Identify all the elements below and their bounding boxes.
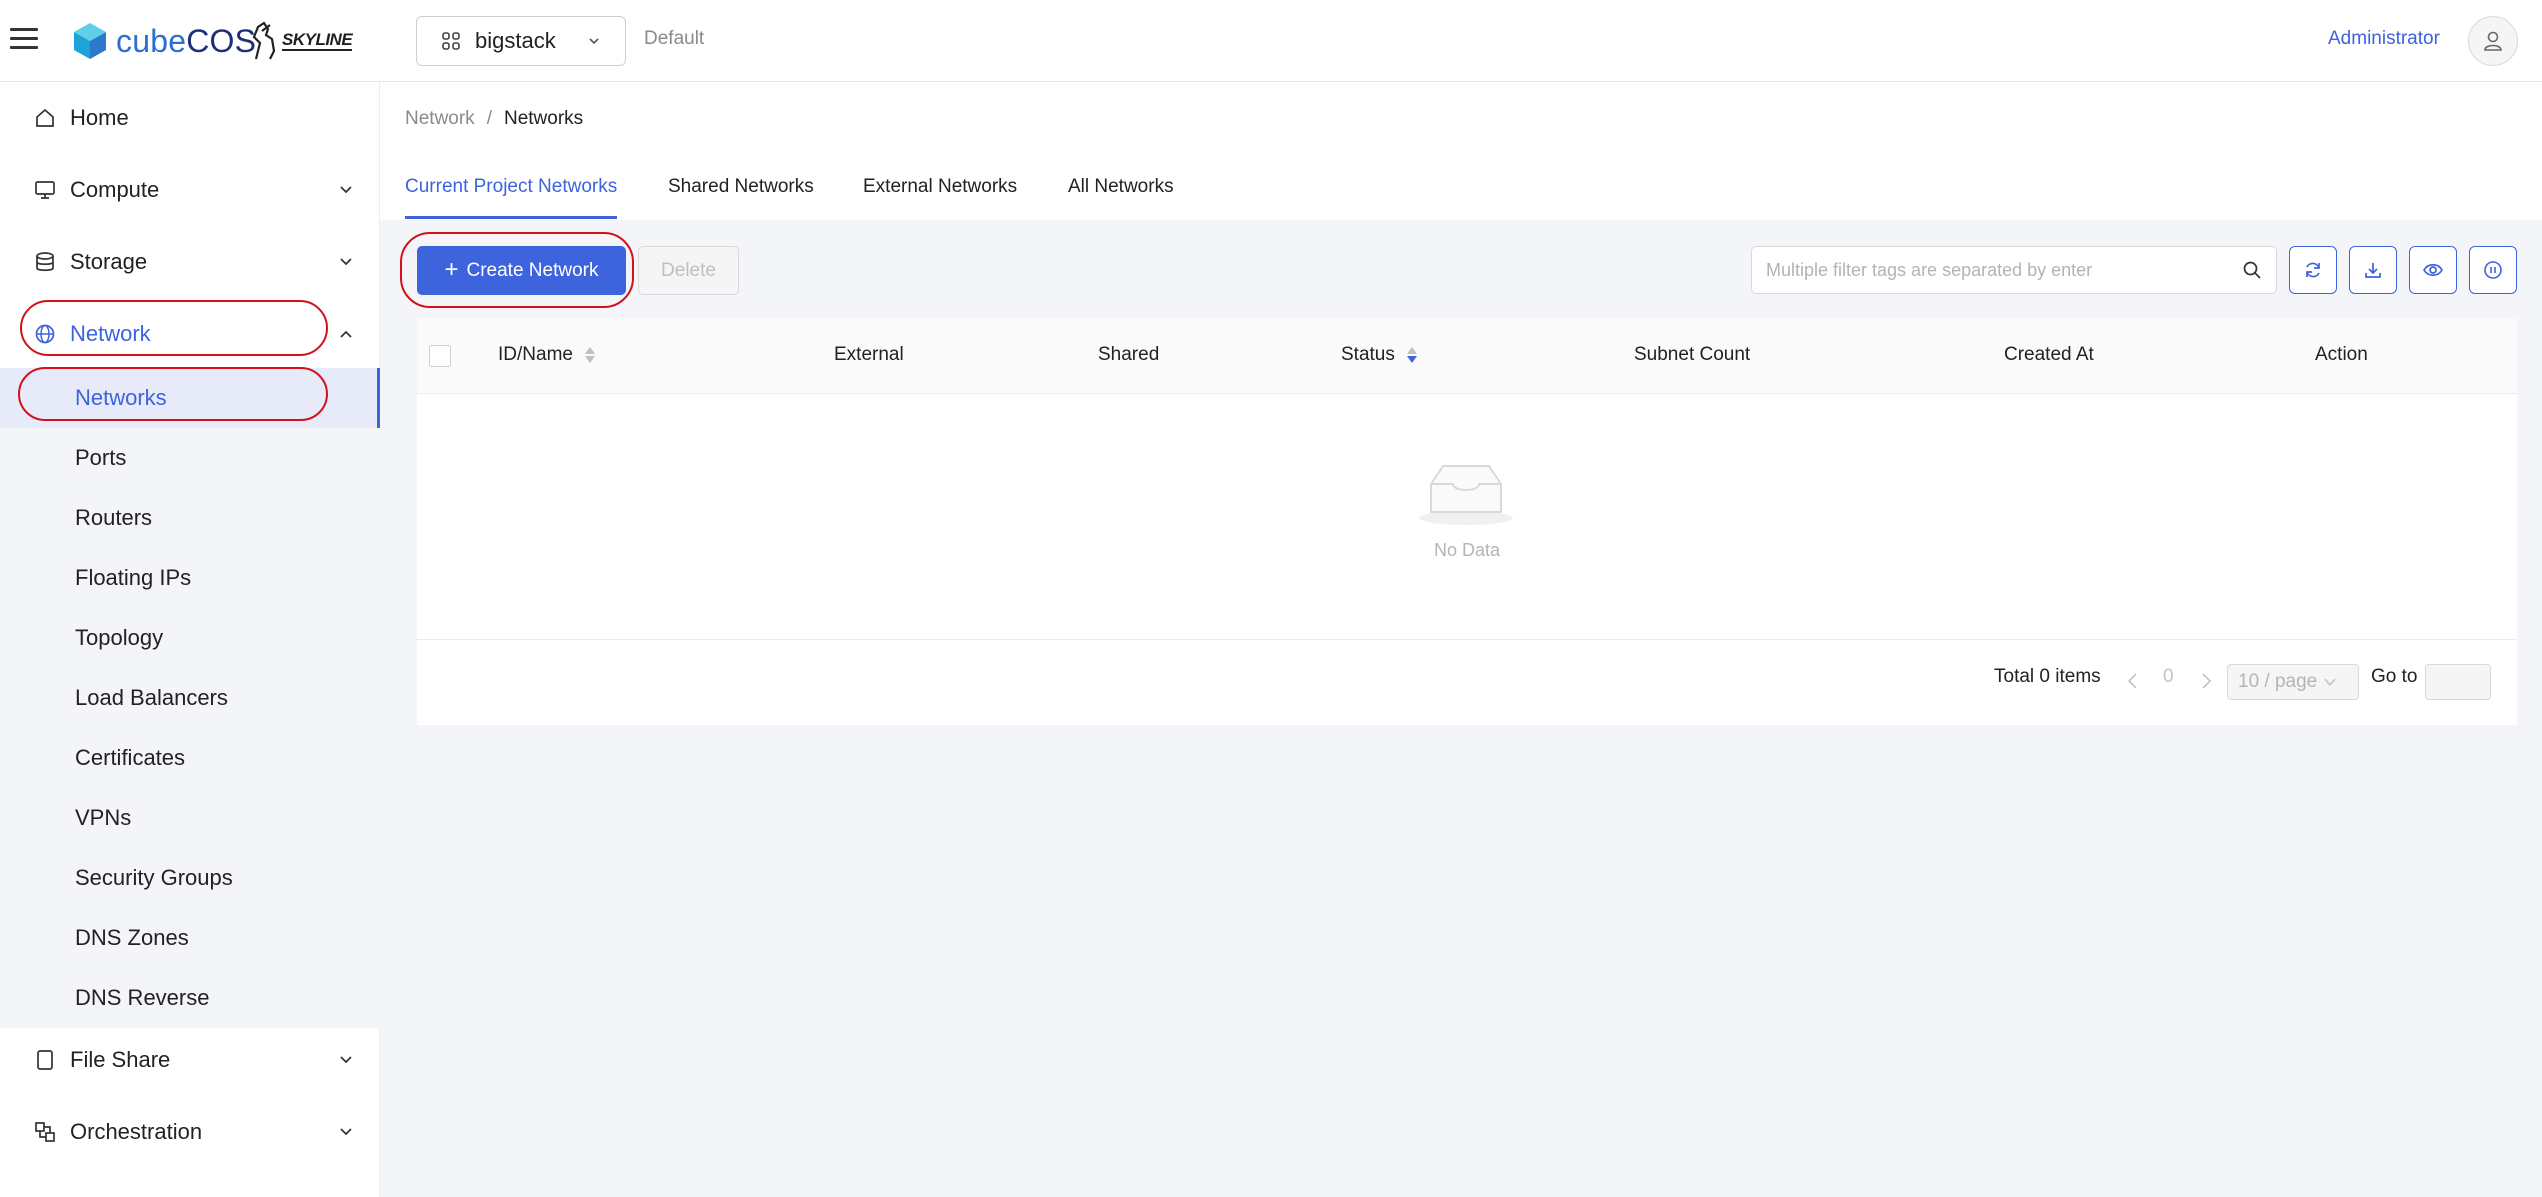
project-name: bigstack [475,28,556,53]
sidebar-item-networks[interactable]: Networks [0,368,380,428]
sidebar-item-load-balancers[interactable]: Load Balancers [0,668,380,728]
pause-refresh-button[interactable] [2469,246,2517,294]
breadcrumb: Network / Networks [405,108,584,129]
column-subnet-count: Subnet Count [1634,344,1751,365]
avatar[interactable] [2468,16,2518,66]
breadcrumb-current: Networks [503,108,584,129]
column-action: Action [2315,344,2368,365]
database-icon [34,251,56,273]
network-submenu: Networks Ports Routers Floating IPs Topo… [0,368,380,1028]
project-selector[interactable]: bigstack [416,16,626,66]
globe-icon [34,323,56,345]
goto-label: Go to [2371,666,2418,687]
pause-icon [2484,261,2502,279]
page-size-select[interactable]: 10 / page [2227,664,2359,700]
domain-label: Default [644,28,705,49]
cube-logo-icon [74,23,106,59]
sidebar-item-certificates[interactable]: Certificates [0,728,380,788]
table-header: ID/Name External Shared Status Subnet Co… [417,318,2517,394]
column-created-at: Created At [2004,344,2094,365]
sidebar-item-vpns[interactable]: VPNs [0,788,380,848]
skyline-logo: SKYLINE [250,20,353,62]
chevron-down-icon [589,38,599,45]
search-placeholder: Multiple filter tags are separated by en… [1766,259,2093,280]
sidebar-item-file-share[interactable]: File Share [0,1024,380,1096]
networks-table: ID/Name External Shared Status Subnet Co… [417,318,2517,725]
total-items: Total 0 items [1994,666,2101,687]
delete-button[interactable]: Delete [638,246,739,295]
search-icon[interactable] [2242,260,2262,280]
plus-icon: + [444,255,459,283]
menu-icon[interactable] [8,24,40,56]
grid-icon [442,32,460,50]
current-page[interactable]: 0 [2163,666,2174,688]
sidebar-item-floating-ips[interactable]: Floating IPs [0,548,380,608]
empty-inbox-icon [1419,465,1513,525]
top-header: cubeCOS SKYLINE bigstack Default Adminis… [0,0,2542,82]
goto-page-input[interactable] [2425,664,2491,700]
no-data-text: No Data [1433,540,1501,560]
sidebar-item-security-groups[interactable]: Security Groups [0,848,380,908]
column-shared: Shared [1098,344,1160,365]
sidebar-item-routers[interactable]: Routers [0,488,380,548]
sidebar-item-home[interactable]: Home [0,82,380,154]
select-all-checkbox[interactable] [429,345,451,367]
sort-icon[interactable] [584,347,595,363]
download-button[interactable] [2349,246,2397,294]
breadcrumb-parent[interactable]: Network [405,108,475,129]
create-network-button[interactable]: + Create Network [417,246,626,295]
tab-all-networks[interactable]: All Networks [1068,176,1174,216]
column-id-name[interactable]: ID/Name [498,344,595,366]
chevron-down-icon [340,1128,352,1136]
refresh-button[interactable] [2289,246,2337,294]
column-visibility-button[interactable] [2409,246,2457,294]
chevron-down-icon [2324,678,2336,687]
horse-icon [252,21,276,60]
sidebar: Home Compute Storage Network Networks Po… [0,82,380,1197]
tab-current-project-networks[interactable]: Current Project Networks [405,176,618,219]
orchestration-icon [34,1121,56,1143]
sidebar-item-orchestration[interactable]: Orchestration [0,1096,380,1168]
file-icon [34,1049,56,1071]
sidebar-item-topology[interactable]: Topology [0,608,380,668]
home-icon [34,107,56,129]
monitor-icon [34,179,56,201]
user-name-link[interactable]: Administrator [2328,28,2440,50]
logo-text: cubeCOS [116,22,257,59]
sidebar-item-compute[interactable]: Compute [0,154,380,226]
chevron-down-icon [340,258,352,266]
sidebar-item-dns-zones[interactable]: DNS Zones [0,908,380,968]
chevron-down-icon [340,186,352,194]
chevron-down-icon [340,1056,352,1064]
tab-shared-networks[interactable]: Shared Networks [668,176,814,216]
empty-state: No Data [417,394,2517,640]
eye-icon [2423,263,2443,277]
sidebar-item-network[interactable]: Network [0,298,380,370]
sidebar-item-storage[interactable]: Storage [0,226,380,298]
column-status[interactable]: Status [1341,344,1417,366]
search-input[interactable]: Multiple filter tags are separated by en… [1751,246,2277,294]
download-icon [2365,263,2381,278]
column-external: External [834,344,904,365]
chevron-up-icon [340,330,352,338]
cubecos-logo[interactable]: cubeCOS [72,18,256,64]
tab-external-networks[interactable]: External Networks [863,176,1017,216]
prev-page-icon[interactable] [2126,672,2140,690]
sidebar-item-dns-reverse[interactable]: DNS Reverse [0,968,380,1028]
user-icon [2484,31,2502,51]
refresh-icon [2306,262,2320,278]
sidebar-item-ports[interactable]: Ports [0,428,380,488]
next-page-icon[interactable] [2199,672,2213,690]
sort-icon[interactable] [1406,347,1417,363]
